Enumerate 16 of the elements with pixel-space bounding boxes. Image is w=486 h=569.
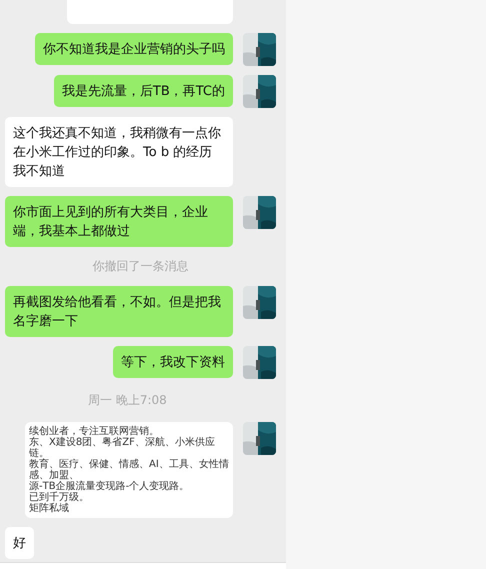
document-line: 源-TB企服流量变现路-个人变现路。: [29, 481, 190, 492]
message-bubble: 等下，我改下资料: [113, 346, 233, 378]
message-bubble: 你不知道我是企业营销的头子吗: [35, 33, 233, 65]
document-line: 教育、医疗、保健、情感、AI、工具、女性情感、加盟、: [29, 459, 229, 481]
recall-notice: 你撤回了一条消息: [92, 258, 188, 275]
document-line: 已到千万级。: [29, 492, 90, 503]
document-line: 矩阵私域: [29, 503, 70, 514]
message-bubble: 再截图发给他看看，不如。但是把我名字磨一下: [5, 286, 233, 337]
message-bubble: 你市面上见到的所有大类目，企业端，我基本上都做过: [5, 196, 233, 247]
document-line: 续创业者，专注互联网营销。: [29, 426, 159, 437]
document-line: 东、X建设8团、粤省ZF、深航、小米供应链。: [29, 437, 215, 459]
message-bubble: 我是先流量，后TB，再TC的: [54, 75, 233, 107]
document-image[interactable]: 续创业者，专注互联网营销。 东、X建设8团、粤省ZF、深航、小米供应链。 教育、医疗、保健、情感、AI、工具、女性情感、加盟、 源-TB企服流量变现路-个人变现路。 已到千万级。 矩阵私域: [25, 422, 233, 518]
timestamp: 周一 晚上7:08: [88, 392, 167, 409]
message-bubble: 好: [5, 527, 34, 559]
message-bubble: 这个我还真不知道，我稍微有一点你在小米工作过的印象。To b 的经历我不知道: [5, 117, 233, 187]
